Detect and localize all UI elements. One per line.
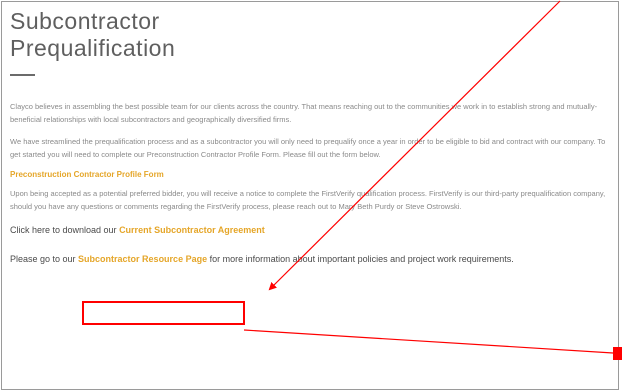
title-divider — [10, 74, 35, 76]
subcontractor-agreement-link[interactable]: Current Subcontractor Agreement — [119, 225, 265, 235]
page-title-line-2: Prequalification — [10, 35, 176, 61]
profile-form-link[interactable]: Preconstruction Contractor Profile Form — [10, 170, 610, 179]
resource-page-line: Please go to our Subcontractor Resource … — [10, 254, 610, 264]
resource-page-link[interactable]: Subcontractor Resource Page — [78, 254, 207, 264]
download-agreement-line: Click here to download our Current Subco… — [10, 225, 610, 235]
intro-paragraph-2: We have streamlined the prequalification… — [10, 137, 606, 159]
intro-paragraph-1: Clayco believes in assembling the best p… — [10, 102, 598, 124]
resource-suffix: for more information about important pol… — [207, 254, 514, 264]
resource-prefix: Please go to our — [10, 254, 79, 264]
page-content: Subcontractor Prequalification Clayco be… — [10, 8, 610, 264]
page-title-line-1: Subcontractor — [10, 8, 160, 34]
firstverify-paragraph: Upon being accepted as a potential prefe… — [10, 189, 606, 211]
download-prefix: Click here to download our — [10, 225, 120, 235]
page-title: Subcontractor Prequalification — [10, 8, 610, 62]
